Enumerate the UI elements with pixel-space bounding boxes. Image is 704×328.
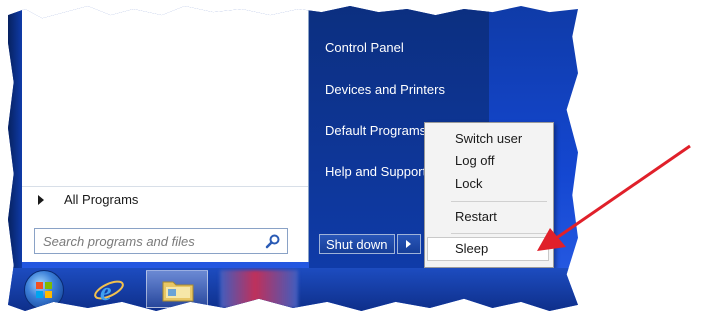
start-button[interactable] xyxy=(24,270,64,310)
submenu-divider xyxy=(451,201,547,202)
sleep-item[interactable]: Sleep xyxy=(455,241,488,256)
start-menu-left-pane: All Programs xyxy=(22,6,309,262)
taskbar: e xyxy=(8,268,578,311)
folder-icon xyxy=(162,281,194,302)
redacted-taskbar-app[interactable] xyxy=(220,270,298,308)
devices-and-printers-item[interactable]: Devices and Printers xyxy=(325,82,445,97)
all-programs-label: All Programs xyxy=(64,192,139,207)
screenshot-frame: All Programs Control Panel Devices and P… xyxy=(0,0,704,328)
log-off-item[interactable]: Log off xyxy=(455,153,495,168)
help-and-support-item[interactable]: Help and Support xyxy=(325,164,426,179)
start-menu-screenshot: All Programs Control Panel Devices and P… xyxy=(8,6,578,311)
expand-arrow-icon xyxy=(38,195,44,205)
shutdown-options-button[interactable] xyxy=(397,234,421,254)
switch-user-item[interactable]: Switch user xyxy=(455,131,522,146)
lock-item[interactable]: Lock xyxy=(455,176,482,191)
svg-text:e: e xyxy=(100,277,112,306)
submenu-divider xyxy=(451,233,547,234)
shutdown-submenu: Switch user Log off Lock Restart Sleep xyxy=(424,122,554,268)
windows-logo-icon xyxy=(36,282,52,298)
search-icon[interactable] xyxy=(265,233,281,249)
search-input[interactable] xyxy=(35,229,255,253)
chevron-right-icon xyxy=(406,240,411,248)
default-programs-item[interactable]: Default Programs xyxy=(325,123,426,138)
shutdown-button[interactable]: Shut down xyxy=(319,234,395,254)
restart-item[interactable]: Restart xyxy=(455,209,497,224)
all-programs-item[interactable]: All Programs xyxy=(22,186,308,213)
windows-explorer-button[interactable] xyxy=(146,270,208,308)
control-panel-item[interactable]: Control Panel xyxy=(325,40,404,55)
start-menu-edge xyxy=(8,6,22,268)
search-box[interactable] xyxy=(34,228,288,254)
internet-explorer-icon[interactable]: e xyxy=(92,273,126,307)
